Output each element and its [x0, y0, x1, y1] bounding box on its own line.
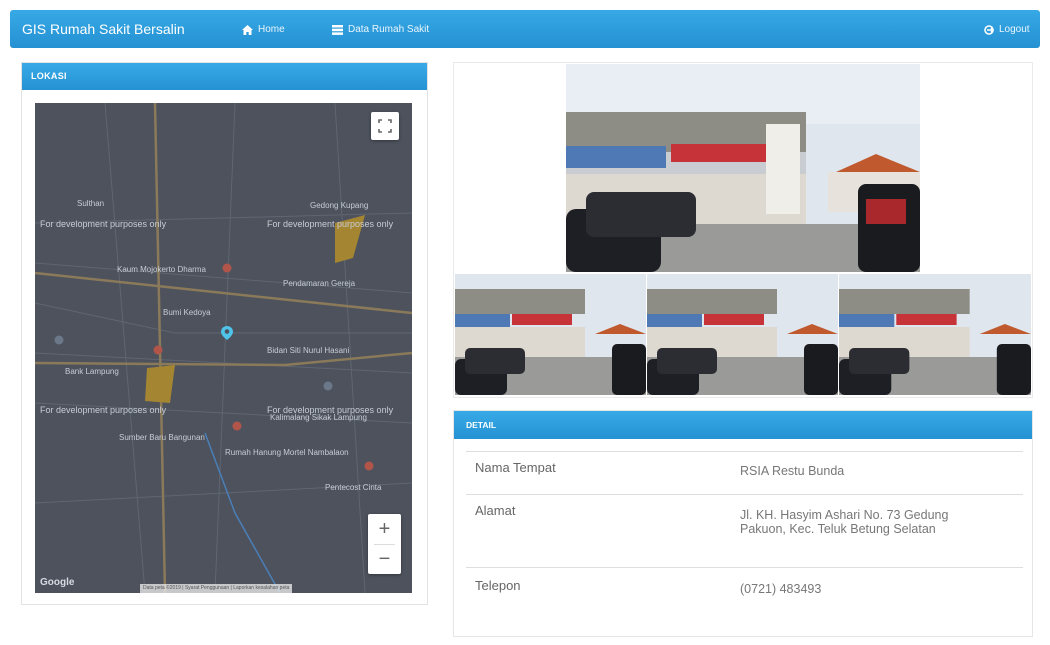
dev-watermark: For development purposes only	[267, 219, 394, 229]
fullscreen-button[interactable]	[371, 112, 399, 140]
map-label: Gedong Kupang	[310, 201, 369, 210]
fullscreen-icon	[378, 119, 392, 133]
dev-watermark: For development purposes only	[40, 219, 167, 229]
zoom-out-button[interactable]: −	[368, 544, 401, 574]
map-label: Bank Lampung	[65, 367, 119, 376]
logout-label: Logout	[999, 24, 1030, 35]
building-photo	[455, 274, 646, 395]
detail-panel: DETAIL Nama Tempat RSIA Restu Bunda Alam…	[453, 410, 1033, 637]
building-photo	[566, 64, 920, 272]
building-photo	[647, 274, 838, 395]
detail-panel-title: DETAIL	[454, 411, 1032, 439]
map-label: Bumi Kedoya	[163, 308, 211, 317]
detail-label: Nama Tempat	[475, 460, 556, 475]
location-panel: LOKASI For development purposes only For…	[21, 62, 428, 605]
poi-icon[interactable]	[364, 461, 374, 471]
logout-icon	[984, 24, 994, 35]
location-marker-icon[interactable]	[221, 326, 233, 340]
map-label: Kalimalang Sikak Lampung	[270, 413, 367, 422]
map[interactable]: For development purposes only For develo…	[35, 103, 412, 593]
home-icon	[242, 24, 253, 35]
building-photo	[839, 274, 1031, 395]
map-label: Kaum Mojokerto Dharma	[117, 265, 206, 274]
map-label: Pentecost Cinta	[325, 483, 382, 492]
nav-data-label: Data Rumah Sakit	[348, 24, 430, 35]
nav-home-link[interactable]: Home	[242, 24, 285, 35]
list-icon	[332, 24, 343, 35]
map-attribution[interactable]: Data peta ©2019 | Syarat Penggunaan | La…	[140, 584, 293, 593]
thumbnail-photo[interactable]	[647, 274, 838, 395]
map-label: Bidan Siti Nurul Hasani	[267, 346, 350, 355]
detail-value: Jl. KH. Hasyim Ashari No. 73 Gedung Paku…	[740, 508, 949, 536]
detail-row-address: Alamat Jl. KH. Hasyim Ashari No. 73 Gedu…	[466, 494, 1023, 568]
poi-icon[interactable]	[54, 335, 64, 345]
map-roads	[35, 103, 412, 593]
detail-value: RSIA Restu Bunda	[740, 464, 845, 478]
detail-value: (0721) 483493	[740, 582, 822, 596]
map-label: Pendamaran Gereja	[283, 279, 356, 288]
location-panel-title: LOKASI	[22, 63, 427, 90]
map-label: Rumah Hanung Mortel Nambalaon	[225, 448, 349, 457]
zoom-control: + −	[368, 514, 401, 574]
thumbnail-photo[interactable]	[839, 274, 1031, 395]
detail-label: Telepon	[475, 578, 521, 593]
map-label: Sulthan	[77, 199, 105, 208]
zoom-in-button[interactable]: +	[368, 514, 401, 544]
thumbnail-photo[interactable]	[455, 274, 646, 395]
poi-icon[interactable]	[153, 345, 163, 355]
poi-icon[interactable]	[232, 421, 242, 431]
google-logo[interactable]: Google	[40, 577, 74, 588]
logout-link[interactable]: Logout	[984, 24, 1030, 35]
navbar: GIS Rumah Sakit Bersalin Home Data Rumah…	[10, 10, 1040, 48]
map-label: Sumber Baru Bangunan	[119, 433, 205, 442]
dev-watermark: For development purposes only	[40, 405, 167, 415]
nav-data-link[interactable]: Data Rumah Sakit	[332, 24, 429, 35]
detail-row-phone: Telepon (0721) 483493	[466, 567, 1023, 618]
poi-icon[interactable]	[222, 263, 232, 273]
poi-icon[interactable]	[323, 381, 333, 391]
detail-row-name: Nama Tempat RSIA Restu Bunda	[466, 451, 1023, 495]
main-photo[interactable]	[566, 64, 920, 272]
photo-gallery	[453, 62, 1033, 398]
nav-home-label: Home	[258, 24, 285, 35]
brand-title[interactable]: GIS Rumah Sakit Bersalin	[22, 21, 185, 37]
detail-label: Alamat	[475, 503, 516, 518]
